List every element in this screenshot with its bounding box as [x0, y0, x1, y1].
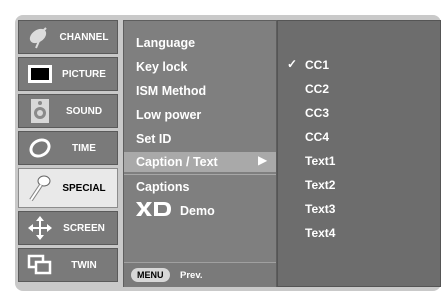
- submenu-item-text1[interactable]: Text1: [305, 154, 335, 168]
- menu-item-language[interactable]: Language: [136, 36, 195, 50]
- menu-item-xd-demo[interactable]: Demo: [136, 202, 215, 220]
- tab-sound[interactable]: SOUND: [18, 94, 118, 128]
- tab-label: TIME: [72, 142, 96, 154]
- submenu-item-text3[interactable]: Text3: [305, 202, 335, 216]
- menu-item-ism-method[interactable]: ISM Method: [136, 84, 206, 98]
- tab-label: SCREEN: [63, 222, 105, 234]
- menu-item-caption-text[interactable]: Caption / Text: [136, 155, 218, 169]
- special-menu-panel: Language Key lock ISM Method Low power S…: [123, 20, 277, 287]
- caption-submenu-panel: ✓ CC1 CC2 CC3 CC4 Text1 Text2 Text3 Text…: [277, 20, 441, 287]
- key-icon: [25, 173, 55, 203]
- tab-label: SOUND: [65, 105, 103, 117]
- xd-demo-label: Demo: [180, 204, 215, 218]
- tab-special[interactable]: SPECIAL: [18, 168, 118, 208]
- menu-item-captions[interactable]: Captions: [136, 180, 189, 194]
- submenu-item-cc2[interactable]: CC2: [305, 82, 329, 96]
- tab-label: TWIN: [71, 259, 97, 271]
- menu-item-key-lock[interactable]: Key lock: [136, 60, 187, 74]
- tab-twin[interactable]: TWIN: [18, 248, 118, 282]
- tv-screen-icon: [25, 59, 55, 89]
- tab-screen[interactable]: SCREEN: [18, 211, 118, 245]
- tab-time[interactable]: TIME: [18, 131, 118, 165]
- menu-divider: [124, 174, 276, 175]
- submenu-item-text2[interactable]: Text2: [305, 178, 335, 192]
- move-arrows-icon: [25, 213, 55, 243]
- clock-icon: [25, 133, 55, 163]
- tab-channel[interactable]: CHANNEL: [18, 20, 118, 54]
- submenu-item-cc4[interactable]: CC4: [305, 130, 329, 144]
- submenu-arrow-icon: ▶: [258, 153, 268, 167]
- tab-picture[interactable]: PICTURE: [18, 57, 118, 91]
- tab-label: CHANNEL: [59, 31, 109, 43]
- menu-item-low-power[interactable]: Low power: [136, 108, 201, 122]
- tab-label: SPECIAL: [62, 182, 106, 194]
- xd-logo: [136, 202, 172, 220]
- prev-label: Prev.: [180, 270, 203, 281]
- twin-screen-icon: [25, 250, 55, 280]
- submenu-item-cc1[interactable]: CC1: [305, 58, 329, 72]
- menu-item-set-id[interactable]: Set ID: [136, 132, 171, 146]
- menu-button-hint: MENU: [131, 268, 170, 282]
- tab-label: PICTURE: [62, 68, 106, 80]
- satellite-dish-icon: [25, 22, 55, 52]
- speaker-icon: [25, 96, 55, 126]
- menu-footer: MENU Prev.: [124, 262, 276, 287]
- check-mark-icon: ✓: [287, 57, 298, 71]
- submenu-item-cc3[interactable]: CC3: [305, 106, 329, 120]
- submenu-item-text4[interactable]: Text4: [305, 226, 335, 240]
